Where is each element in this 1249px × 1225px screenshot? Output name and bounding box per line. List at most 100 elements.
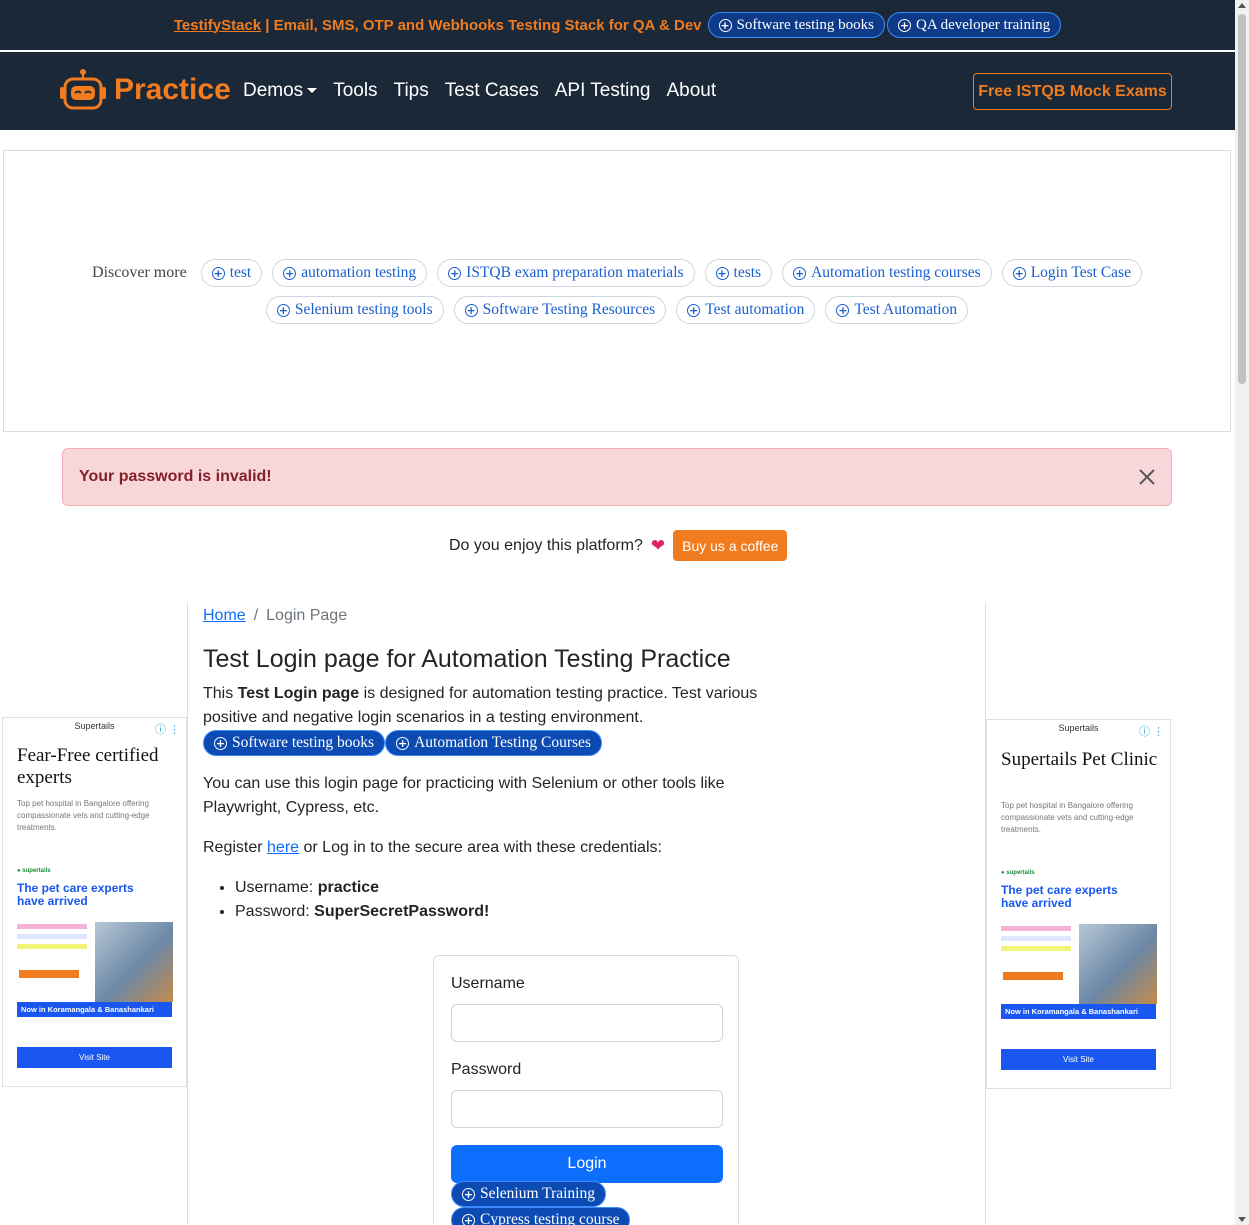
brand-logo[interactable]: Practice bbox=[60, 68, 231, 112]
ad-visit-button[interactable]: Visit Site bbox=[17, 1047, 172, 1068]
chip-label: ISTQB exam preparation materials bbox=[466, 264, 684, 281]
plus-circle-icon: + bbox=[836, 303, 850, 317]
ad-image: ● supertails The pet care experts have a… bbox=[17, 864, 173, 1017]
plus-circle-icon: + bbox=[687, 303, 701, 317]
password-field-label: Password bbox=[451, 1061, 522, 1078]
ad-cta-small bbox=[1003, 972, 1063, 980]
coffee-row: Do you enjoy this platform? ❤ Buy us a c… bbox=[449, 530, 788, 561]
alert-message: Your password is invalid! bbox=[79, 468, 272, 485]
page-title: Test Login page for Automation Testing P… bbox=[203, 645, 731, 673]
plus-circle-icon: + bbox=[211, 266, 225, 280]
scrollbar-thumb[interactable] bbox=[1238, 14, 1246, 384]
plus-circle-icon: + bbox=[276, 303, 290, 317]
discover-chip[interactable]: + Test automation bbox=[676, 296, 816, 324]
discover-chip[interactable]: + tests bbox=[704, 259, 773, 287]
chip-label: Test automation bbox=[705, 301, 805, 318]
plus-circle-icon: + bbox=[1012, 266, 1026, 280]
login-form: Username Password Login + Selenium Traini… bbox=[433, 955, 739, 1225]
register-here-link[interactable]: here bbox=[267, 839, 299, 856]
nav-demos[interactable]: Demos bbox=[243, 80, 318, 102]
discover-chip[interactable]: + Automation testing courses bbox=[782, 259, 992, 287]
breadcrumb-home[interactable]: Home bbox=[203, 607, 246, 624]
discover-chip[interactable]: + test bbox=[200, 259, 263, 287]
pill-cypress-testing-course[interactable]: + Cypress testing course bbox=[451, 1207, 631, 1225]
ad-info-icon[interactable]: ⓘ ⋮ bbox=[1139, 723, 1164, 739]
pill-label: Software testing books bbox=[232, 734, 375, 751]
ad-tag bbox=[1001, 946, 1071, 951]
breadcrumb: Home / Login Page bbox=[203, 607, 973, 625]
login-button[interactable]: Login bbox=[451, 1145, 723, 1183]
nav-links: Demos Tools Tips Test Cases API Testing … bbox=[243, 80, 716, 102]
ad-tag bbox=[17, 924, 87, 929]
ad-tag bbox=[17, 934, 87, 939]
scrollbar[interactable] bbox=[1235, 0, 1249, 1225]
nav-test-cases[interactable]: Test Cases bbox=[445, 80, 539, 102]
free-istqb-mock-exams-button[interactable]: Free ISTQB Mock Exams bbox=[973, 73, 1172, 110]
scroll-down-arrow-icon[interactable] bbox=[1238, 1217, 1246, 1222]
scroll-up-arrow-icon[interactable] bbox=[1238, 3, 1246, 8]
username-label: Username: bbox=[235, 879, 318, 896]
brand-name: Practice bbox=[114, 73, 231, 106]
nav-demos-label: Demos bbox=[243, 80, 304, 101]
ad-tag bbox=[1001, 926, 1071, 931]
promo-bar: TestifyStack | Email, SMS, OTP and Webho… bbox=[0, 0, 1235, 50]
password-label: Password: bbox=[235, 903, 315, 920]
ad-visit-button[interactable]: Visit Site bbox=[1001, 1049, 1156, 1070]
chip-label: Login Test Case bbox=[1030, 264, 1131, 281]
left-divider bbox=[187, 603, 188, 1225]
buy-coffee-button[interactable]: Buy us a coffee bbox=[673, 530, 788, 561]
ad-tag bbox=[1001, 936, 1071, 941]
chip-label: tests bbox=[733, 264, 762, 281]
discover-chip[interactable]: + Test Automation bbox=[825, 296, 969, 324]
chip-label: Test Automation bbox=[854, 301, 958, 318]
plus-circle-icon: + bbox=[793, 266, 807, 280]
pill-label: Automation Testing Courses bbox=[414, 734, 591, 751]
pill-software-testing-books[interactable]: + Software testing books bbox=[203, 730, 386, 756]
plus-circle-icon: + bbox=[396, 736, 410, 750]
breadcrumb-separator: / bbox=[253, 607, 259, 624]
plus-circle-icon: + bbox=[462, 1213, 475, 1225]
ad-image: ● supertails The pet care experts have a… bbox=[1001, 866, 1157, 1019]
promo-pill-qa-developer-training[interactable]: + QA developer training bbox=[887, 12, 1062, 38]
caret-down-icon bbox=[307, 88, 318, 94]
nav-tips[interactable]: Tips bbox=[394, 80, 429, 102]
discover-chip[interactable]: + Software Testing Resources bbox=[453, 296, 667, 324]
ad-info-icon[interactable]: ⓘ ⋮ bbox=[155, 721, 180, 737]
plus-circle-icon: + bbox=[214, 736, 227, 750]
pill-automation-testing-courses[interactable]: + Automation Testing Courses bbox=[385, 730, 602, 756]
intro-bold: Test Login page bbox=[237, 685, 360, 702]
ad-title: Supertails Pet Clinic bbox=[1001, 749, 1158, 770]
nav-api-testing[interactable]: API Testing bbox=[555, 80, 651, 102]
close-icon[interactable] bbox=[1137, 467, 1157, 487]
discover-chip[interactable]: + ISTQB exam preparation materials bbox=[437, 259, 695, 287]
navbar: Practice Demos Tools Tips Test Cases API… bbox=[0, 52, 1235, 130]
promo-pill-label: Software testing books bbox=[736, 16, 874, 33]
nav-about[interactable]: About bbox=[667, 80, 717, 102]
discover-chip[interactable]: + automation testing bbox=[272, 259, 428, 287]
plus-circle-icon: + bbox=[898, 18, 911, 32]
username-input[interactable] bbox=[451, 1004, 723, 1042]
pill-selenium-training[interactable]: + Selenium Training bbox=[451, 1181, 606, 1207]
pill-label: Cypress testing course bbox=[480, 1211, 620, 1225]
error-alert: Your password is invalid! bbox=[62, 448, 1172, 506]
plus-circle-icon: + bbox=[718, 18, 732, 32]
chip-label: test bbox=[229, 264, 252, 281]
testifystack-link[interactable]: TestifyStack bbox=[174, 17, 261, 34]
discover-more-box: Discover more + test + automation testing … bbox=[3, 150, 1231, 432]
plus-circle-icon: + bbox=[715, 266, 729, 280]
discover-chip[interactable]: + Login Test Case bbox=[1001, 259, 1142, 287]
promo-pill-software-testing-books[interactable]: + Software testing books bbox=[707, 12, 885, 38]
register-suffix: or Log in to the secure area with these … bbox=[299, 839, 662, 856]
heart-icon: ❤ bbox=[650, 535, 666, 555]
robot-icon bbox=[60, 69, 106, 110]
password-input[interactable] bbox=[451, 1090, 723, 1128]
discover-chip[interactable]: + Selenium testing tools bbox=[265, 296, 444, 324]
right-ad[interactable]: Supertails ⓘ ⋮ Supertails Pet Clinic Top… bbox=[986, 719, 1171, 1089]
intro-paragraph: This Test Login page is designed for aut… bbox=[203, 682, 763, 730]
nav-tools[interactable]: Tools bbox=[333, 80, 377, 102]
chip-label: Automation testing courses bbox=[811, 264, 981, 281]
discover-label: Discover more bbox=[92, 264, 187, 281]
left-ad[interactable]: Supertails ⓘ ⋮ Fear-Free certified exper… bbox=[2, 717, 187, 1087]
promo-tagline: | Email, SMS, OTP and Webhooks Testing S… bbox=[261, 16, 702, 34]
breadcrumb-current: Login Page bbox=[266, 607, 348, 624]
